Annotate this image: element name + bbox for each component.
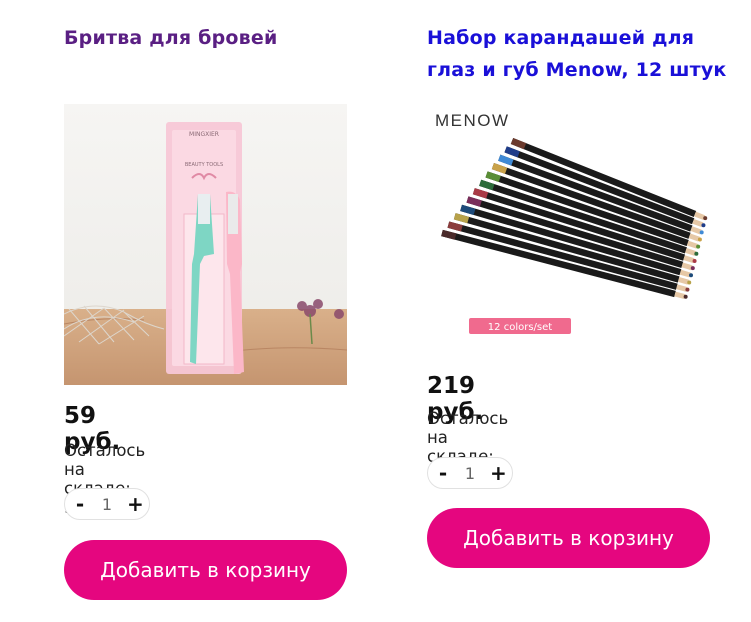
product-title-link[interactable]: Набор карандашей для глаз и губ Menow, 1… xyxy=(427,22,747,86)
pencil-tip xyxy=(692,218,704,228)
pencil-tip xyxy=(690,226,702,235)
colors-badge-text: 12 colors/set xyxy=(488,322,552,333)
pencil-tip xyxy=(685,247,697,256)
product-image-razor[interactable]: MINGXIER BEAUTY TOOLS xyxy=(64,104,347,385)
svg-text:MINGXIER: MINGXIER xyxy=(189,131,219,138)
pencil-cap xyxy=(441,229,457,240)
qty-plus-button[interactable]: + xyxy=(127,489,144,519)
pencil-cap xyxy=(479,179,495,191)
pencil-lead xyxy=(697,237,702,242)
pencil-lead xyxy=(696,244,701,249)
pencil-lead xyxy=(694,251,699,256)
pencil-cap xyxy=(453,213,470,224)
brand-logo: MENOW xyxy=(435,111,510,130)
razor-photo: MINGXIER BEAUTY TOOLS xyxy=(64,104,347,385)
pencil-tip xyxy=(688,233,700,242)
pencil-cap xyxy=(447,221,463,232)
add-to-cart-button[interactable]: Добавить в корзину xyxy=(64,540,347,600)
qty-value[interactable]: 1 xyxy=(102,495,112,514)
pencil-cap xyxy=(491,163,508,174)
pencil-cap xyxy=(466,196,482,207)
pencil-lead xyxy=(699,230,704,235)
pencil-tip xyxy=(679,269,691,278)
pencil-cap xyxy=(460,204,476,215)
pencil-cap xyxy=(485,171,501,183)
quantity-stepper: - 1 + xyxy=(427,457,513,489)
pencils-photo: MENOW 12 colors/set xyxy=(427,96,710,341)
qty-value[interactable]: 1 xyxy=(465,464,475,483)
pencil-lead xyxy=(701,223,706,228)
pencil-lead xyxy=(689,273,694,278)
pencil-tip xyxy=(686,240,698,249)
pencil-tip xyxy=(676,284,688,292)
qty-minus-button[interactable]: - xyxy=(73,489,87,519)
add-to-cart-button[interactable]: Добавить в корзину xyxy=(427,508,710,568)
qty-plus-button[interactable]: + xyxy=(490,458,507,488)
pencil-lead xyxy=(690,266,695,271)
pencil-tip xyxy=(683,255,695,264)
pencil-cap xyxy=(472,188,489,199)
pencil-lead xyxy=(685,287,690,292)
pencil-lead xyxy=(687,280,692,285)
pencil-cap xyxy=(498,154,514,166)
quantity-stepper: - 1 + xyxy=(64,488,150,520)
qty-minus-button[interactable]: - xyxy=(436,458,450,488)
pencil-tip xyxy=(674,291,686,299)
pencil-tip xyxy=(677,277,689,285)
product-image-pencils[interactable]: MENOW 12 colors/set xyxy=(427,96,710,341)
pencil-tip xyxy=(681,262,693,271)
pencil-lead xyxy=(692,258,697,263)
product-title-link[interactable]: Бритва для бровей xyxy=(64,22,364,54)
pencil-tip xyxy=(694,211,706,221)
svg-text:BEAUTY TOOLS: BEAUTY TOOLS xyxy=(185,162,223,168)
pencil-lead xyxy=(683,294,688,299)
pencil-lead xyxy=(703,216,708,221)
